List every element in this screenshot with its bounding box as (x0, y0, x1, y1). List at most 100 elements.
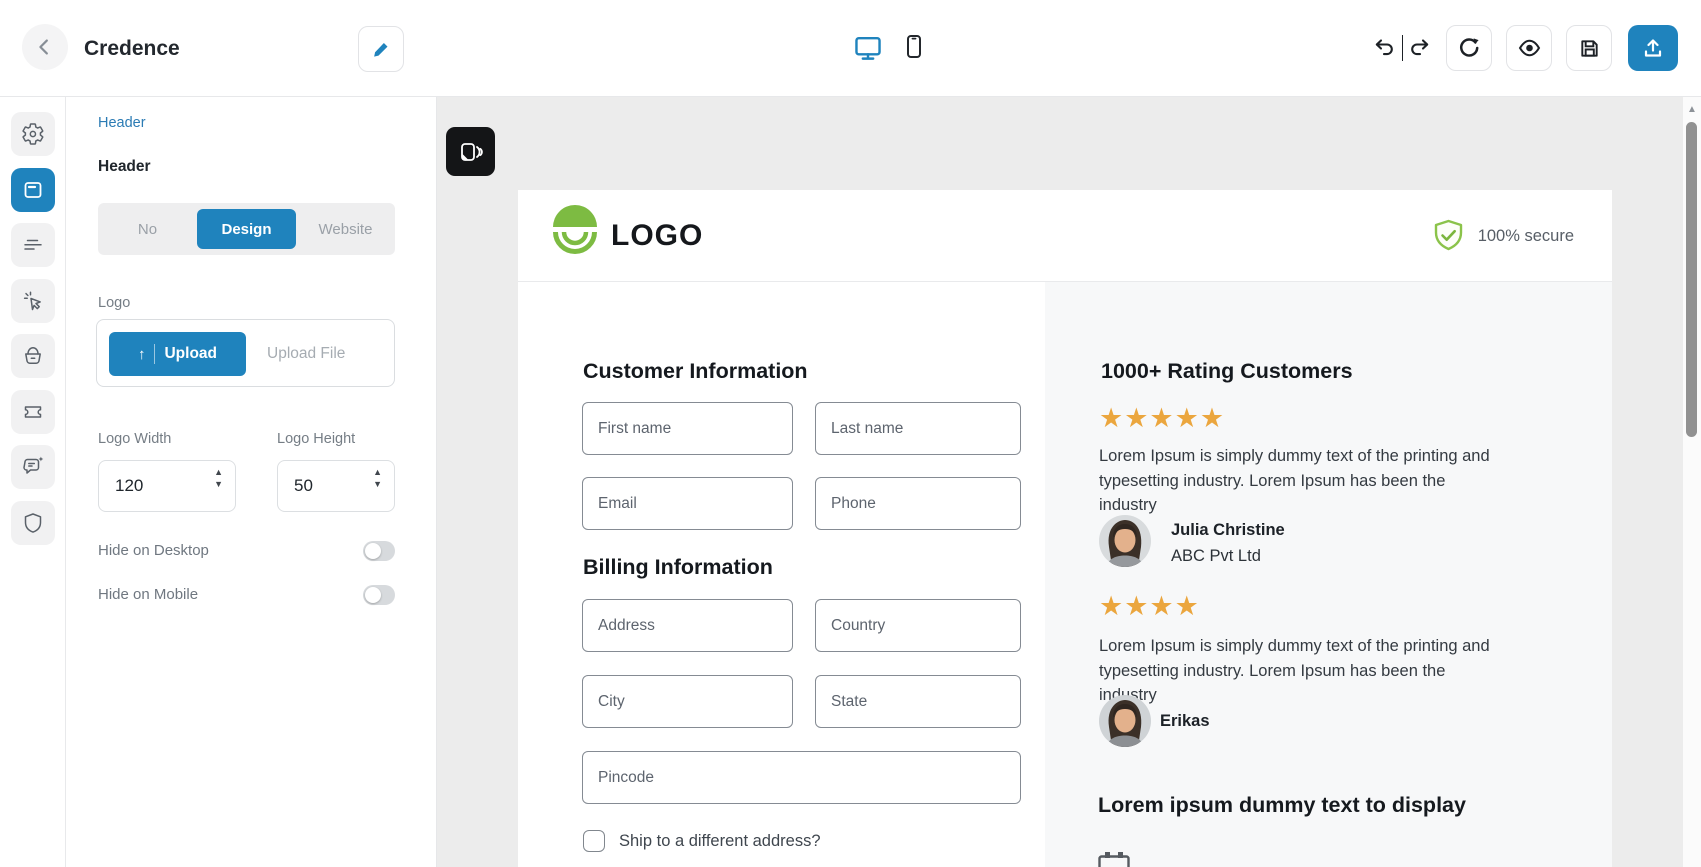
upload-button-divider (154, 344, 156, 364)
logo-label: Logo (98, 295, 131, 311)
rail-item-fields[interactable] (11, 223, 55, 267)
height-stepper-up[interactable]: ▲ (373, 468, 382, 477)
state-input[interactable] (815, 675, 1021, 728)
redo-button[interactable] (1408, 36, 1432, 58)
upload-file-label: Upload File (267, 345, 346, 362)
history-divider (1402, 35, 1403, 61)
scrollbar-thumb[interactable] (1686, 122, 1697, 437)
rail-item-actions[interactable] (11, 279, 55, 323)
rail-item-testimonials[interactable] (11, 445, 55, 489)
publish-button[interactable] (1628, 25, 1678, 71)
segment-website[interactable]: Website (296, 203, 395, 255)
rail-item-cart[interactable] (11, 334, 55, 378)
breadcrumb[interactable]: Header (98, 115, 146, 131)
last-name-input[interactable] (815, 402, 1021, 455)
segment-no[interactable]: No (98, 203, 197, 255)
desktop-view-button[interactable] (852, 33, 884, 63)
city-input[interactable] (582, 675, 793, 728)
rail-item-coupon[interactable] (11, 390, 55, 434)
logo-width-value: 120 (115, 476, 144, 495)
logo-width-input[interactable]: 120 ▲ ▼ (98, 460, 236, 512)
page-title: Credence (84, 36, 180, 60)
preview-canvas: LOGO 100% secure Customer Information Bi… (437, 97, 1683, 867)
topbar: Credence (0, 0, 1701, 97)
logo-height-value: 50 (294, 476, 313, 495)
scrollbar-up-arrow[interactable]: ▲ (1687, 105, 1697, 115)
upload-button[interactable]: ↑ Upload (109, 332, 246, 376)
logo-height-label: Logo Height (277, 431, 356, 447)
reload-button[interactable] (1446, 25, 1492, 71)
reload-icon (1457, 36, 1481, 60)
ticket-icon (21, 400, 45, 424)
hide-on-desktop-toggle[interactable] (363, 541, 395, 561)
secure-label: 100% secure (1477, 226, 1574, 245)
logo-upload-dropzone: ↑ Upload Upload File (96, 319, 395, 387)
toggle-knob (365, 543, 381, 559)
logo-text: LOGO (611, 219, 704, 252)
segment-design[interactable]: Design (197, 209, 296, 249)
builder-window: Credence Header Header No Design Website… (0, 0, 1701, 867)
upload-button-label: Upload (164, 345, 218, 362)
ship-different-address-row: Ship to a different address? (583, 830, 821, 852)
rail-item-settings[interactable] (11, 112, 55, 156)
country-input[interactable] (815, 599, 1021, 652)
toggle-knob (365, 587, 381, 603)
reviewer-company: ABC Pvt Ltd (1171, 547, 1261, 565)
redo-icon (1408, 36, 1432, 58)
reviewer-name: Julia Christine (1171, 521, 1285, 539)
footer-heading: Lorem ipsum dummy text to display (1098, 793, 1466, 817)
undo-button[interactable] (1372, 36, 1396, 58)
collapse-panel-icon (458, 139, 484, 165)
undo-icon (1372, 36, 1396, 58)
review-text: Lorem Ipsum is simply dummy text of the … (1099, 447, 1490, 514)
pincode-input[interactable] (582, 751, 1021, 804)
preview-button[interactable] (1506, 25, 1552, 71)
rail-item-header[interactable] (11, 168, 55, 212)
module-rail (0, 97, 66, 867)
logo-height-input[interactable]: 50 ▲ ▼ (277, 460, 395, 512)
first-name-input[interactable] (582, 402, 793, 455)
eye-icon (1517, 36, 1542, 60)
edit-title-button[interactable] (358, 26, 404, 72)
ship-different-address-label: Ship to a different address? (619, 831, 821, 850)
shield-check-icon (1433, 219, 1464, 254)
ship-different-address-checkbox[interactable] (583, 830, 605, 852)
checkout-page-preview: LOGO 100% secure Customer Information Bi… (518, 190, 1612, 867)
hide-on-mobile-label: Hide on Mobile (98, 586, 199, 603)
text-lines-icon (21, 233, 45, 257)
customer-information-heading: Customer Information (583, 359, 808, 383)
header-panel-icon (21, 178, 45, 202)
settings-panel: Header Header No Design Website Logo ↑ U… (66, 97, 437, 867)
collapse-panel-button[interactable] (446, 127, 495, 176)
hide-on-desktop-label: Hide on Desktop (98, 542, 209, 559)
reviewer-avatar (1099, 515, 1151, 567)
logo-width-label: Logo Width (98, 431, 172, 447)
reviewer-avatar (1099, 695, 1151, 747)
secure-badge: 100% secure (1433, 190, 1574, 282)
email-input[interactable] (582, 477, 793, 530)
basket-icon (21, 344, 45, 368)
phone-input[interactable] (815, 477, 1021, 530)
chevron-left-icon (34, 36, 56, 58)
width-stepper-up[interactable]: ▲ (214, 468, 223, 477)
brand-logo-icon (549, 203, 601, 255)
pencil-icon (372, 40, 391, 59)
chat-star-icon (21, 455, 45, 479)
smartphone-icon (902, 33, 926, 61)
upload-arrow-icon: ↑ (137, 345, 146, 363)
back-button[interactable] (22, 24, 68, 70)
rating-customers-heading: 1000+ Rating Customers (1101, 359, 1353, 383)
image-placeholder-icon (1098, 851, 1130, 867)
mobile-view-button[interactable] (901, 32, 927, 62)
page-scrollbar: ▲ (1683, 97, 1701, 867)
width-stepper-down[interactable]: ▼ (214, 480, 223, 489)
save-button[interactable] (1566, 25, 1612, 71)
review-text: Lorem Ipsum is simply dummy text of the … (1099, 637, 1490, 704)
hide-on-mobile-toggle[interactable] (363, 585, 395, 605)
rail-item-security[interactable] (11, 501, 55, 545)
billing-information-heading: Billing Information (583, 555, 773, 579)
cursor-click-icon (21, 289, 45, 313)
height-stepper-down[interactable]: ▼ (373, 480, 382, 489)
save-disk-icon (1578, 37, 1601, 60)
address-input[interactable] (582, 599, 793, 652)
